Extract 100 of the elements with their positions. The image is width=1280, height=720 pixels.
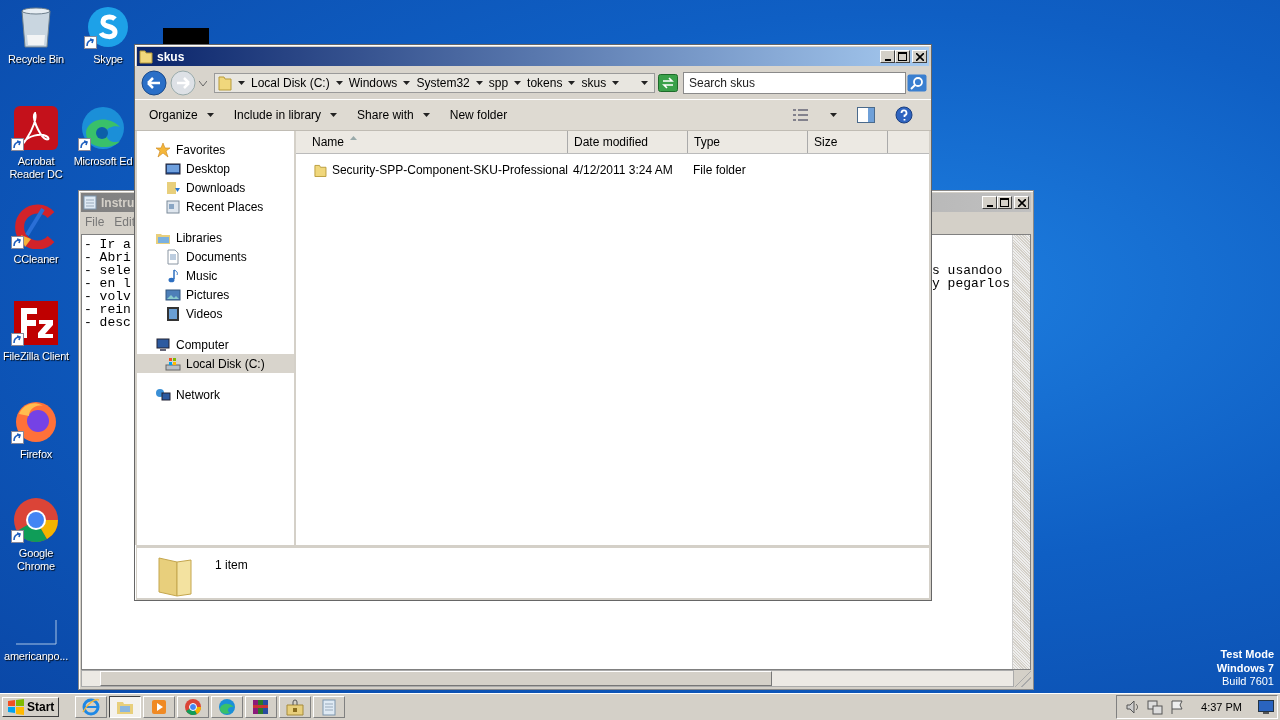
breadcrumb[interactable]: Windows (348, 76, 398, 90)
refresh-button[interactable] (658, 74, 678, 92)
skype-icon[interactable] (86, 5, 130, 49)
nav-item[interactable]: Network (137, 385, 294, 404)
nav-item[interactable]: Computer (137, 335, 294, 354)
nav-item[interactable]: Videos (137, 304, 294, 323)
item-count: 1 item (215, 558, 248, 572)
taskbar-app-button[interactable] (109, 696, 142, 718)
caret-icon (403, 81, 411, 85)
lockfolder-icon (286, 698, 305, 716)
system-notice-text: Build 7601 (1222, 675, 1274, 689)
caret-icon (335, 81, 343, 85)
column-header[interactable]: Name (296, 131, 568, 153)
type-cell-text: File folder (692, 163, 747, 177)
folder-icon (155, 554, 195, 598)
address-bar[interactable]: Local Disk (C:) Windows System32 spp tokens skus (214, 73, 655, 93)
folder-icon (139, 49, 153, 64)
recycle-icon[interactable] (18, 5, 54, 49)
text-line: - rein (84, 303, 131, 316)
nav-item[interactable]: Favorites (137, 140, 294, 159)
shortcut-label[interactable]: Acrobat Reader DC (2, 155, 70, 181)
maximize-button[interactable] (895, 50, 910, 63)
nav-item[interactable]: Local Disk (C:) (137, 354, 294, 373)
nav-item[interactable]: Documents (137, 247, 294, 266)
nav-item[interactable]: Desktop (137, 159, 294, 178)
caret-icon (830, 113, 837, 117)
column-header[interactable]: Type (688, 131, 808, 153)
file-name: Security-SPP-Component-SKU-Professional (331, 163, 568, 177)
caret-icon (514, 81, 522, 85)
winrar-icon (252, 698, 271, 716)
nav-item[interactable]: Downloads (137, 178, 294, 197)
minimize-icon (986, 204, 993, 207)
show-desktop-button[interactable] (1258, 700, 1274, 714)
folder-icon (314, 162, 327, 178)
resize-grip[interactable] (1014, 670, 1031, 687)
ie-icon (82, 698, 101, 716)
toolbar-button[interactable]: Organize (149, 108, 214, 122)
window-title: skus (157, 49, 185, 64)
text-line: s usandoo (932, 264, 1004, 277)
caret-icon (641, 81, 648, 85)
search-field[interactable]: Search skus (683, 72, 906, 94)
breadcrumb[interactable]: tokens (527, 76, 563, 90)
shortcut-label[interactable]: Google Chrome (2, 547, 70, 573)
toolbar-button[interactable]: Share with (357, 108, 430, 122)
shortcut-label[interactable]: americanpo... (3, 650, 68, 663)
documents-icon (165, 248, 181, 265)
text-line: - desc (84, 316, 131, 329)
nav-item[interactable]: Recent Places (137, 197, 294, 216)
network-icon[interactable] (1147, 699, 1164, 715)
desktop-icon (165, 160, 181, 177)
shortcut-label[interactable]: Firefox (19, 448, 53, 461)
maximize-icon (1000, 198, 1009, 207)
horizontal-scrollbar[interactable] (81, 670, 1014, 687)
shortcut-label[interactable]: Recycle Bin (8, 53, 64, 66)
filezilla-icon[interactable] (13, 300, 59, 346)
nav-item[interactable]: Music (137, 266, 294, 285)
folder-icon (218, 75, 232, 91)
window-title: Instru (101, 195, 135, 210)
breadcrumb[interactable]: System32 (416, 76, 470, 90)
clock[interactable]: 4:37 PM (1201, 701, 1242, 713)
edge-icon[interactable] (80, 105, 126, 151)
close-button[interactable] (912, 50, 927, 63)
flag-icon[interactable] (1169, 699, 1186, 715)
recent-pages-caret-icon[interactable] (199, 80, 207, 86)
chrome-icon (184, 698, 203, 716)
shortcut-label[interactable]: Skype (93, 53, 123, 66)
search-button[interactable] (907, 74, 927, 92)
shortcut-label[interactable]: FileZilla Client (3, 350, 69, 363)
maximize-icon (898, 52, 907, 61)
shortcut-label[interactable]: CCleaner (13, 253, 59, 266)
shortcut-label[interactable]: Microsoft Ed (73, 155, 133, 168)
nav-item[interactable]: Libraries (137, 228, 294, 247)
chrome-icon[interactable] (13, 497, 59, 543)
column-header[interactable]: Size (808, 131, 888, 153)
breadcrumb[interactable]: skus (581, 76, 607, 90)
vertical-scrollbar[interactable] (1012, 235, 1030, 669)
text-line: - en l (84, 277, 131, 290)
help-icon[interactable] (895, 106, 913, 124)
breadcrumb[interactable]: Local Disk (C:) (251, 76, 330, 90)
breadcrumb[interactable]: spp (488, 76, 509, 90)
disk-icon (165, 355, 181, 372)
videos-icon (165, 305, 181, 322)
system-notice-text: Windows 7 (1216, 661, 1274, 675)
preview-pane-icon[interactable] (857, 107, 875, 123)
caret-icon (238, 81, 245, 85)
toolbar-button[interactable]: New folder (449, 108, 508, 122)
back-button[interactable] (141, 70, 167, 96)
redaction-block (163, 28, 209, 44)
column-header[interactable]: Date modified (568, 131, 688, 153)
start-button[interactable]: Start (2, 697, 60, 717)
downloads-icon (165, 179, 181, 196)
toolbar-button[interactable]: Include in library (233, 108, 338, 122)
file-row[interactable]: Security-SPP-Component-SKU-Professional 4/12/2011 3:24 AM File folder (296, 159, 929, 181)
minimize-button[interactable] (880, 50, 895, 63)
notepad-icon (320, 698, 339, 716)
view-options-icon[interactable] (792, 108, 810, 122)
caret-icon (568, 81, 576, 85)
nav-item[interactable]: Pictures (137, 285, 294, 304)
acrobat-icon[interactable] (13, 105, 59, 151)
sort-arrow-icon (350, 136, 357, 140)
